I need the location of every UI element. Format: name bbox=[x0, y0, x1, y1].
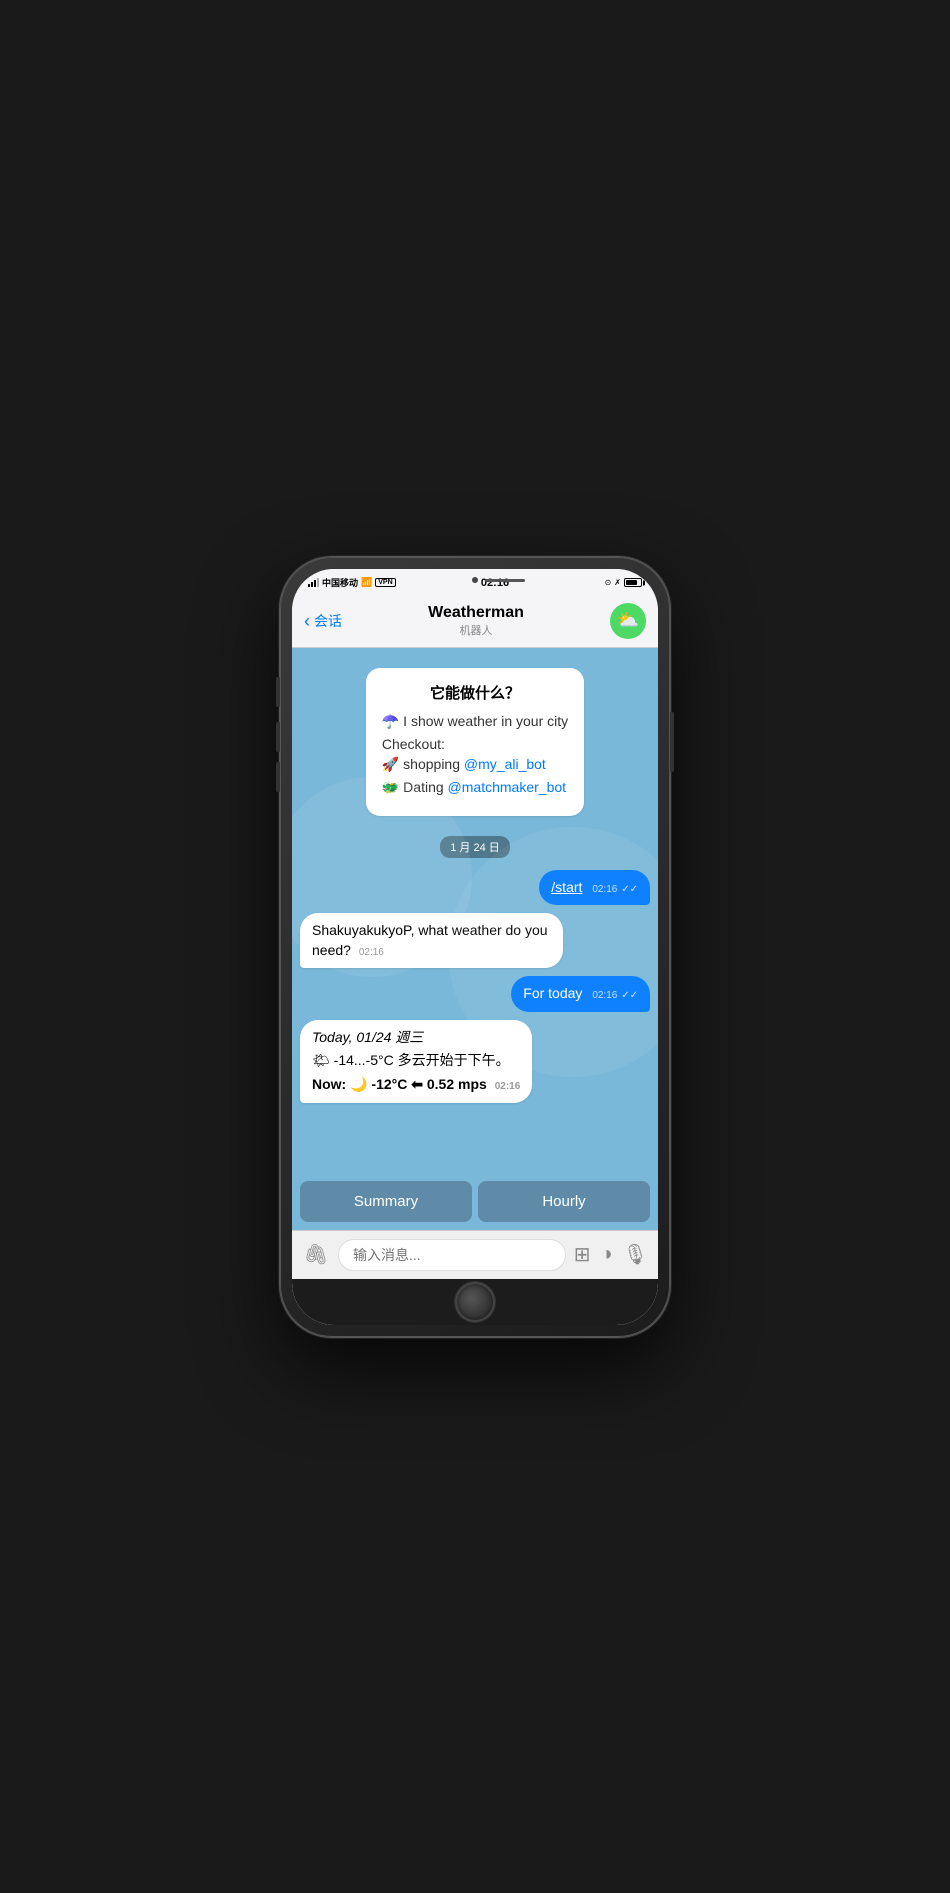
chevron-left-icon: ‹ bbox=[304, 612, 310, 630]
status-left: 中国移动 📶 VPN bbox=[308, 576, 396, 589]
date-badge: 1 月 24 日 bbox=[440, 836, 510, 858]
date-separator: 1 月 24 日 bbox=[300, 836, 650, 858]
summary-button[interactable]: Summary bbox=[300, 1181, 472, 1222]
battery-icon bbox=[624, 578, 642, 587]
hourly-button[interactable]: Hourly bbox=[478, 1181, 650, 1222]
home-button[interactable] bbox=[455, 1282, 495, 1322]
read-ticks: ✓✓ bbox=[621, 884, 638, 895]
weather-temp-range: 🌤 -14...-5°C 多云开始于下午。 bbox=[312, 1051, 520, 1071]
attach-icon: 🖇 bbox=[303, 1242, 328, 1267]
bubble-outgoing-start: /start 02:16 ✓✓ bbox=[539, 870, 650, 906]
mic-icon[interactable]: 🎙 bbox=[623, 1242, 648, 1267]
dating-link[interactable]: @matchmaker_bot bbox=[448, 779, 566, 795]
nav-subtitle: 机器人 bbox=[428, 622, 524, 638]
bot-intro-card: 它能做什么？ ☂️ I show weather in your city Ch… bbox=[366, 668, 584, 816]
bubble-incoming-weather: ShakuyakukyoP, what weather do you need?… bbox=[300, 913, 563, 968]
intro-checkout: Checkout: bbox=[382, 736, 568, 752]
input-bar: 🖇 ⊞ ◑ 🎙 bbox=[292, 1230, 658, 1279]
battery-fill bbox=[626, 580, 637, 585]
nav-title: Weatherman bbox=[428, 604, 524, 622]
weather-bot-icon: ⛅ bbox=[617, 610, 639, 631]
bubble-text: ShakuyakukyoP, what weather do you need? bbox=[312, 922, 548, 958]
location-icon: ⊙ bbox=[605, 578, 612, 587]
weather-now: Now: 🌙 -12°C ⬅ 0.52 mps 02:16 bbox=[312, 1075, 520, 1095]
bubble-time: 02:16 bbox=[592, 990, 617, 1001]
status-right: ⊙ ✗ bbox=[605, 578, 642, 587]
bot-avatar[interactable]: ⛅ bbox=[610, 603, 646, 639]
message-row: Today, 01/24 週三 🌤 -14...-5°C 多云开始于下午。 No… bbox=[300, 1020, 650, 1103]
message-row: For today 02:16 ✓✓ bbox=[300, 976, 650, 1012]
message-row: /start 02:16 ✓✓ bbox=[300, 870, 650, 906]
checkout-label: Checkout: bbox=[382, 736, 445, 752]
bubble-outgoing-today: For today 02:16 ✓✓ bbox=[511, 976, 650, 1012]
status-time: 02:16 bbox=[481, 577, 509, 589]
nav-center: Weatherman 机器人 bbox=[428, 604, 524, 638]
emoji-icon[interactable]: ◑ bbox=[601, 1243, 613, 1266]
intro-title: 它能做什么？ bbox=[382, 682, 568, 703]
phone-screen: 中国移动 📶 VPN 02:16 ⊙ ✗ ‹ 会话 Weatherman 机器人 bbox=[292, 569, 658, 1325]
message-input[interactable] bbox=[338, 1239, 566, 1271]
bubble-text: For today bbox=[523, 985, 582, 1001]
carrier-label: 中国移动 bbox=[322, 576, 358, 589]
intro-dating: 🐲 Dating @matchmaker_bot bbox=[382, 779, 568, 796]
message-row: ShakuyakukyoP, what weather do you need?… bbox=[300, 913, 650, 968]
read-ticks: ✓✓ bbox=[621, 990, 638, 1001]
input-icons: ⊞ ◑ 🎙 bbox=[574, 1242, 648, 1267]
home-area bbox=[292, 1279, 658, 1325]
vpn-badge: VPN bbox=[375, 578, 395, 587]
chat-area: 它能做什么？ ☂️ I show weather in your city Ch… bbox=[292, 648, 658, 1177]
weather-date: Today, 01/24 週三 bbox=[312, 1028, 520, 1048]
shopping-link[interactable]: @my_ali_bot bbox=[464, 756, 546, 772]
back-button[interactable]: ‹ 会话 bbox=[304, 611, 342, 631]
bubble-time: 02:16 bbox=[592, 884, 617, 895]
attach-button[interactable]: 🖇 bbox=[302, 1241, 330, 1269]
nav-bar: ‹ 会话 Weatherman 机器人 ⛅ bbox=[292, 597, 658, 648]
bluetooth-icon: ✗ bbox=[614, 578, 621, 587]
sticker-icon[interactable]: ⊞ bbox=[574, 1242, 591, 1267]
status-bar: 中国移动 📶 VPN 02:16 ⊙ ✗ bbox=[292, 569, 658, 597]
signal-icon bbox=[308, 578, 319, 587]
phone-device: 中国移动 📶 VPN 02:16 ⊙ ✗ ‹ 会话 Weatherman 机器人 bbox=[280, 557, 670, 1337]
back-label: 会话 bbox=[314, 611, 342, 631]
bubble-text: /start bbox=[551, 879, 582, 895]
intro-line1: ☂️ I show weather in your city bbox=[382, 713, 568, 730]
quick-replies: Summary Hourly bbox=[292, 1177, 658, 1230]
intro-shopping: 🚀 shopping @my_ali_bot bbox=[382, 756, 568, 773]
bubble-time: 02:16 bbox=[495, 1081, 521, 1092]
bubble-time: 02:16 bbox=[359, 947, 384, 958]
wifi-icon: 📶 bbox=[361, 577, 372, 588]
bubble-incoming-report: Today, 01/24 週三 🌤 -14...-5°C 多云开始于下午。 No… bbox=[300, 1020, 532, 1103]
